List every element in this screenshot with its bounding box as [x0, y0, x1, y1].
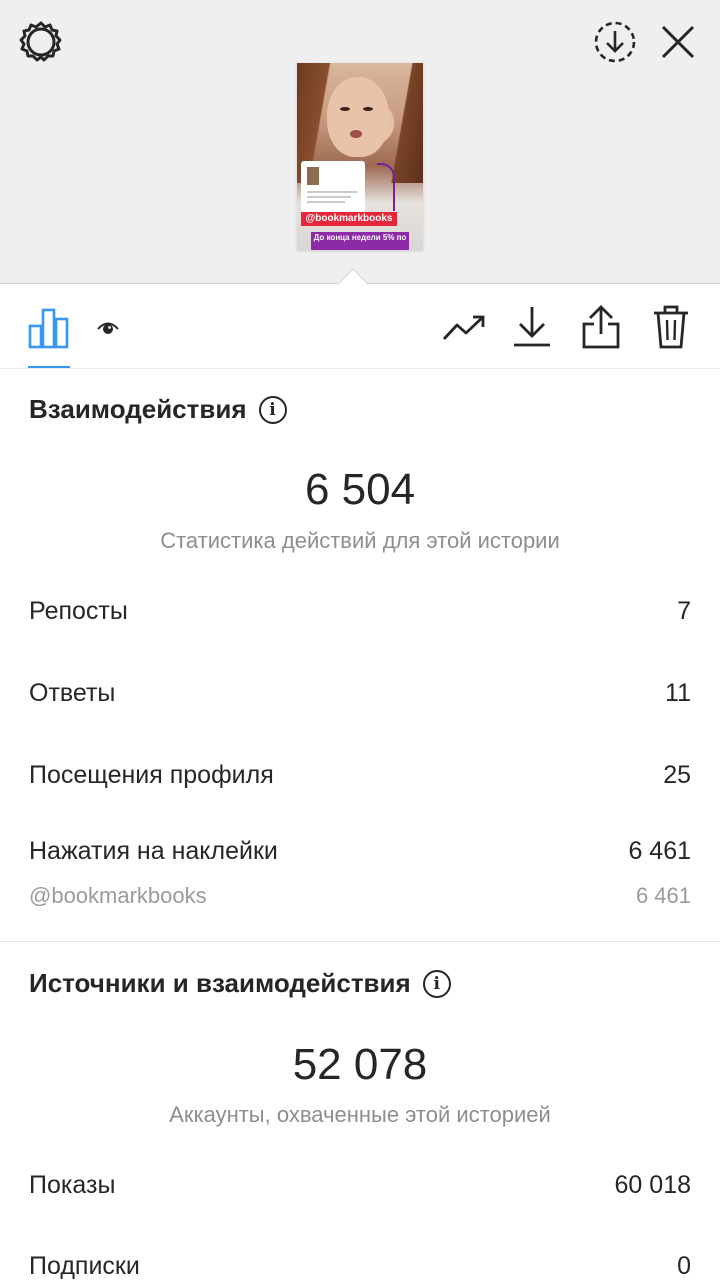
delete-button[interactable] — [648, 302, 694, 352]
tab-viewers[interactable] — [94, 314, 122, 342]
thumbnail-mouth — [350, 130, 362, 138]
thumbnail-text-line — [307, 196, 351, 198]
discovery-section-title: Источники и взаимодействия i — [29, 968, 451, 999]
insights-tab-bar — [0, 286, 720, 369]
discovery-total: 52 078 — [292, 1040, 428, 1089]
stats-icon — [28, 308, 69, 349]
thumbnail-face — [327, 77, 389, 157]
story-banner-text: До конца недели 5% по — [311, 232, 409, 250]
thumbnail-text-line — [307, 191, 357, 193]
stat-label: Показы — [29, 1171, 116, 1199]
stat-row-impressions: Показы 60 018 — [29, 1171, 691, 1200]
info-icon[interactable]: i — [422, 969, 451, 998]
section-divider — [0, 941, 720, 942]
stat-value: 11 — [665, 679, 691, 707]
sticker-tag: @bookmarkbooks — [301, 212, 397, 226]
stat-value: 6 461 — [635, 883, 691, 908]
stat-label: @bookmarkbooks — [29, 883, 207, 908]
stat-value: 60 018 — [614, 1171, 691, 1199]
stat-row-follows: Подписки 0 — [29, 1252, 691, 1280]
stat-row-sticker-taps: Нажатия на наклейки 6 461 — [29, 837, 691, 866]
download-button[interactable] — [510, 302, 554, 350]
insights-icon — [442, 315, 485, 340]
tab-stats[interactable] — [24, 303, 74, 353]
thumbnail-text-line — [307, 201, 345, 203]
settings-button[interactable] — [18, 19, 64, 65]
close-icon — [661, 25, 695, 59]
trash-icon — [654, 305, 688, 349]
thumbnail-book-image — [307, 167, 319, 185]
stat-value: 0 — [677, 1252, 691, 1280]
thumbnail-post-card — [301, 161, 365, 213]
stat-value: 25 — [663, 761, 691, 789]
info-icon[interactable]: i — [258, 395, 287, 424]
discovery-title-text: Источники и взаимодействия — [29, 968, 411, 998]
thumbnail-eye — [363, 107, 373, 111]
gear-icon — [19, 21, 62, 62]
stat-value: 7 — [677, 597, 691, 625]
interactions-caption: Статистика действий для этой истории — [160, 528, 560, 553]
discovery-caption: Аккаунты, охваченные этой историей — [169, 1102, 551, 1127]
download-icon — [514, 307, 550, 347]
eye-icon — [97, 322, 119, 334]
thumbnail-arrow-drawing — [377, 163, 395, 211]
share-button[interactable] — [578, 302, 624, 352]
stat-label: Посещения профиля — [29, 761, 274, 789]
stat-row-profile-visits: Посещения профиля 25 — [29, 761, 691, 790]
interactions-total: 6 504 — [304, 465, 416, 514]
save-story-button[interactable] — [591, 18, 639, 66]
story-thumbnail[interactable]: @bookmarkbooks До конца недели 5% по — [297, 63, 423, 250]
close-button[interactable] — [656, 20, 700, 64]
thumbnail-eye — [340, 107, 350, 111]
interactions-title-text: Взаимодействия — [29, 394, 247, 424]
interactions-section-title: Взаимодействия i — [29, 394, 287, 425]
share-icon — [582, 305, 620, 349]
save-icon — [594, 21, 636, 63]
stat-row-sticker-mention: @bookmarkbooks 6 461 — [29, 883, 691, 909]
active-tab-indicator — [28, 366, 70, 368]
stat-value: 6 461 — [628, 837, 691, 865]
stat-label: Подписки — [29, 1252, 140, 1280]
stat-label: Нажатия на наклейки — [29, 837, 278, 865]
stat-label: Репосты — [29, 597, 128, 625]
stat-row-reposts: Репосты 7 — [29, 597, 691, 626]
story-preview-area: @bookmarkbooks До конца недели 5% по — [0, 0, 720, 284]
tab-insights[interactable] — [440, 304, 488, 352]
stat-row-replies: Ответы 11 — [29, 679, 691, 708]
stat-label: Ответы — [29, 679, 116, 707]
